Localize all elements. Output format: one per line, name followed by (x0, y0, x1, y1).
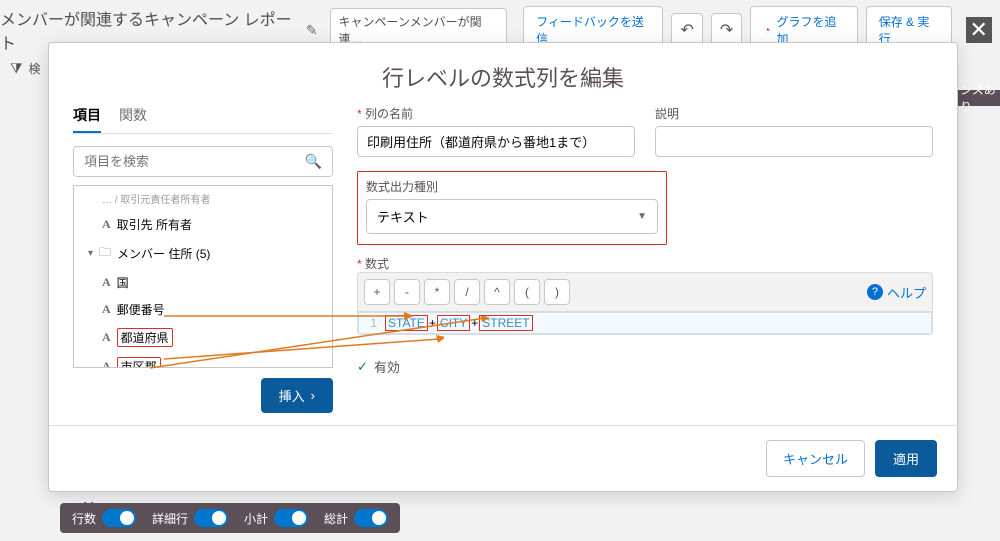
token-city[interactable]: CITY (437, 315, 470, 331)
validation-status: ✓ 有効 (357, 357, 933, 376)
toggle-total[interactable]: 総計 (324, 509, 388, 527)
modal-title: 行レベルの数式列を編集 (49, 43, 957, 105)
folder-icon: 🗀 (99, 243, 111, 264)
fields-panel: 項目 関数 🔍 … / 取引元責任者所有者 A取引先 所有者 ▾🗀メンバー 住所… (73, 105, 333, 413)
output-type-label: 数式出力種別 (366, 178, 658, 195)
panel-tabs: 項目 関数 (73, 105, 333, 134)
line-number: 1 (365, 316, 377, 330)
column-name-label: 列の名前 (357, 105, 635, 122)
chevron-down-icon: ▾ (88, 248, 93, 259)
edit-title-icon[interactable]: ✎ (302, 18, 322, 43)
list-item-owner[interactable]: A取引先 所有者 (74, 211, 332, 238)
list-item-state[interactable]: A都道府県 (74, 323, 332, 352)
search-icon: 🔍 (305, 153, 322, 170)
toggle-subtotal[interactable]: 小計 (244, 509, 308, 527)
column-name-input[interactable] (357, 126, 635, 157)
help-icon: ? (867, 284, 883, 300)
type-text-icon: A (102, 217, 111, 232)
close-icon[interactable]: ✕ (966, 17, 992, 43)
tab-functions[interactable]: 関数 (119, 105, 147, 133)
check-icon: ✓ (357, 359, 368, 375)
search-input[interactable] (84, 154, 299, 169)
filter-icon[interactable]: ⧩ (10, 60, 23, 77)
list-item[interactable]: … / 取引元責任者所有者 (74, 186, 332, 211)
type-text-icon: A (102, 302, 111, 317)
chevron-right-icon: › (311, 388, 315, 403)
formula-label: 数式 (357, 255, 933, 272)
toggle-rows[interactable]: 行数 (72, 509, 136, 527)
apply-button[interactable]: 適用 (875, 440, 937, 477)
op-div[interactable]: / (454, 279, 480, 305)
formula-toolbar: + - * / ^ ( ) ? ヘルプ (357, 272, 933, 312)
display-options-bar: 行数 詳細行 小計 総計 (60, 503, 400, 533)
list-item-city[interactable]: A市区郡 (74, 352, 332, 368)
field-list[interactable]: … / 取引元責任者所有者 A取引先 所有者 ▾🗀メンバー 住所 (5) A国 … (73, 185, 333, 368)
op-rparen[interactable]: ) (544, 279, 570, 305)
token-street[interactable]: STREET (479, 315, 532, 331)
tab-fields[interactable]: 項目 (73, 105, 101, 133)
formula-editor[interactable]: 1 STATE+CITY+STREET (357, 312, 933, 335)
op-pow[interactable]: ^ (484, 279, 510, 305)
op-lparen[interactable]: ( (514, 279, 540, 305)
edit-formula-column-modal: 行レベルの数式列を編集 項目 関数 🔍 … / 取引元責任者所有者 A取引先 所… (48, 42, 958, 492)
description-input[interactable] (655, 126, 933, 157)
op-plus[interactable]: + (364, 279, 390, 305)
background-column-header: ンスあり (956, 90, 1000, 106)
op-mul[interactable]: * (424, 279, 450, 305)
filter-label: 検 (29, 60, 41, 77)
chevron-down-icon: ▼ (637, 211, 647, 222)
type-text-icon: A (102, 275, 111, 290)
op-minus[interactable]: - (394, 279, 420, 305)
output-type-select[interactable]: テキスト ▼ (366, 199, 658, 234)
formula-editor-panel: 列の名前 説明 数式出力種別 テキスト ▼ 数式 + - (357, 105, 933, 413)
cancel-button[interactable]: キャンセル (766, 440, 865, 477)
toggle-detail[interactable]: 詳細行 (152, 509, 228, 527)
output-type-group: 数式出力種別 テキスト ▼ (357, 171, 667, 245)
help-link[interactable]: ? ヘルプ (867, 283, 926, 302)
chart-icon: ◔ (763, 23, 770, 37)
type-text-icon: A (102, 359, 111, 368)
list-item-country[interactable]: A国 (74, 269, 332, 296)
list-item-postal[interactable]: A郵便番号 (74, 296, 332, 323)
search-input-wrap[interactable]: 🔍 (73, 146, 333, 177)
description-label: 説明 (655, 105, 933, 122)
token-state[interactable]: STATE (385, 315, 428, 331)
list-group-member-address[interactable]: ▾🗀メンバー 住所 (5) (74, 238, 332, 269)
modal-footer: キャンセル 適用 (49, 425, 957, 491)
insert-button[interactable]: 挿入 › (261, 378, 333, 413)
type-text-icon: A (102, 330, 111, 345)
